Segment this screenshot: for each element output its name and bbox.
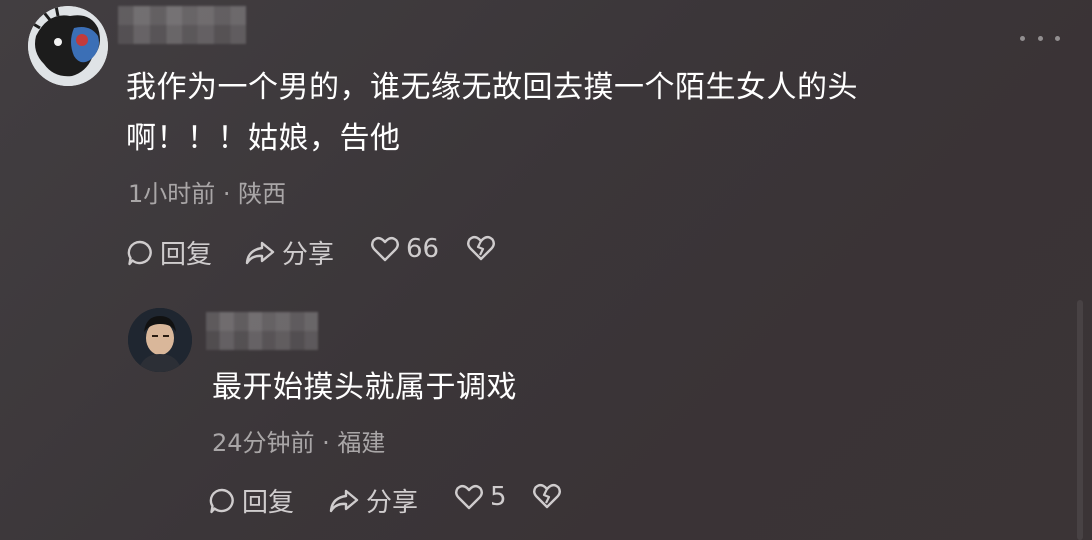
comment-text-line-2: 啊！！！姑娘，告他 [126, 121, 401, 156]
like-count: 5 [490, 482, 507, 512]
more-dots-icon [1020, 35, 1025, 41]
dislike-button[interactable] [466, 234, 496, 262]
reply-meta: 24分钟前 · 福建 [212, 429, 386, 457]
avatar-image [28, 6, 108, 86]
share-label: 分享 [366, 488, 419, 518]
username-blurred[interactable] [206, 312, 318, 350]
broken-heart-icon [467, 235, 495, 261]
like-button[interactable]: 5 [454, 482, 507, 512]
heart-outline-icon [455, 484, 483, 510]
reply-label: 回复 [242, 488, 295, 518]
share-arrow-icon [329, 489, 359, 512]
comment-meta: 1小时前 · 陕西 [128, 180, 287, 208]
avatar-main-commenter[interactable] [28, 6, 108, 86]
like-count: 66 [406, 234, 440, 264]
dislike-button[interactable] [532, 482, 562, 510]
comment-bubble-icon [127, 240, 152, 265]
broken-heart-icon [533, 483, 561, 509]
reply-button[interactable]: 回复 [126, 234, 212, 271]
share-arrow-icon [245, 241, 275, 264]
comment-text-line-1: 我作为一个男的，谁无缘无故回去摸一个陌生女人的头 [126, 70, 858, 105]
reply-button[interactable]: 回复 [208, 482, 294, 519]
reply-text: 最开始摸头就属于调戏 [212, 370, 517, 405]
avatar-image [128, 308, 192, 372]
more-options-button[interactable] [1020, 24, 1060, 52]
share-label: 分享 [282, 240, 335, 270]
share-button[interactable]: 分享 [328, 482, 418, 519]
comment-action-bar: 回复 分享 66 [126, 230, 546, 272]
scrollbar[interactable] [1077, 300, 1083, 540]
heart-outline-icon [371, 236, 399, 262]
share-button[interactable]: 分享 [244, 234, 334, 271]
like-button[interactable]: 66 [370, 234, 439, 264]
reply-action-bar: 回复 分享 5 [208, 478, 588, 520]
avatar-reply-commenter[interactable] [128, 308, 192, 372]
reply-label: 回复 [160, 240, 213, 270]
username-blurred[interactable] [118, 6, 246, 44]
comment-bubble-icon [209, 488, 234, 513]
